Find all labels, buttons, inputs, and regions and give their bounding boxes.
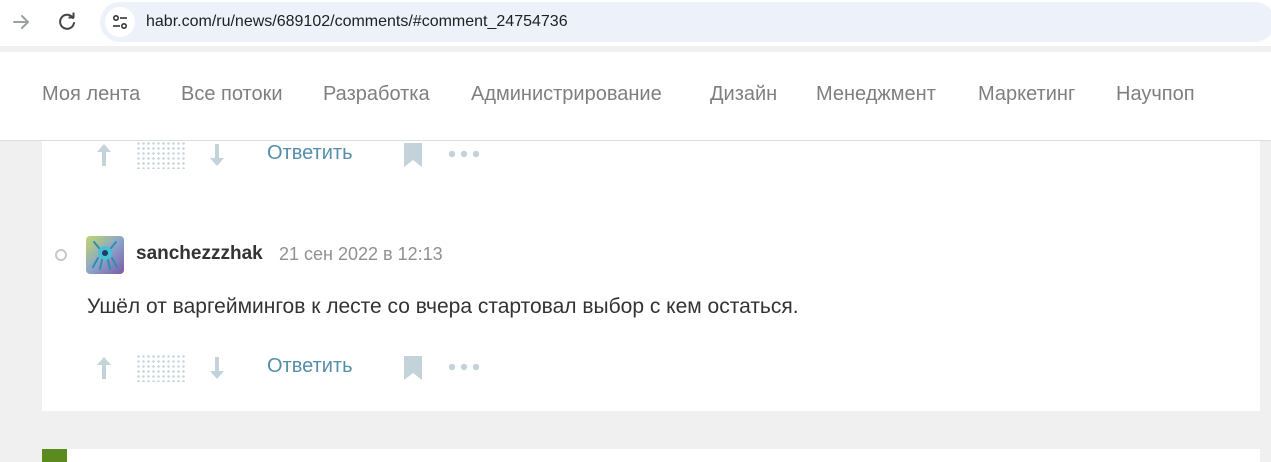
url-text[interactable]: habr.com/ru/news/689102/comments/#commen… xyxy=(146,13,568,31)
more-icon[interactable] xyxy=(448,361,480,373)
comment-author[interactable]: sanchezzzhak xyxy=(136,243,263,265)
avatar[interactable] xyxy=(86,236,124,274)
nav-item-management[interactable]: Менеджмент xyxy=(816,83,936,106)
bookmark-icon[interactable] xyxy=(402,355,424,381)
avatar[interactable] xyxy=(42,449,67,462)
comments-card: Ответить sanchezzzhak 21 сен 2022 в 12:1… xyxy=(42,141,1260,411)
vote-down-icon[interactable] xyxy=(207,355,227,381)
address-bar[interactable]: habr.com/ru/news/689102/comments/#commen… xyxy=(100,2,1271,42)
nav-item-my-feed[interactable]: Моя лента xyxy=(42,83,140,106)
browser-toolbar: habr.com/ru/news/689102/comments/#commen… xyxy=(0,0,1271,46)
vote-up-icon[interactable] xyxy=(94,142,114,168)
reply-button[interactable]: Ответить xyxy=(267,355,353,378)
thread-marker[interactable] xyxy=(55,249,67,261)
bookmark-icon[interactable] xyxy=(402,142,424,168)
reply-button[interactable]: Ответить xyxy=(267,142,353,165)
comment-body: Ушёл от варгеймингов к лесте со вчера ст… xyxy=(87,295,799,318)
score-placeholder xyxy=(136,354,186,382)
nav-item-popsci[interactable]: Научпоп xyxy=(1116,83,1195,106)
avatar-image xyxy=(86,236,124,274)
site-navigation: Моя лента Все потоки Разработка Админист… xyxy=(0,52,1271,141)
more-icon[interactable] xyxy=(448,148,480,160)
site-info-button[interactable] xyxy=(105,7,135,37)
forward-button[interactable] xyxy=(8,9,34,35)
nav-item-development[interactable]: Разработка xyxy=(323,83,430,106)
next-comment-block xyxy=(42,449,1260,462)
comment-timestamp[interactable]: 21 сен 2022 в 12:13 xyxy=(279,244,443,265)
score-placeholder xyxy=(136,141,186,169)
nav-item-all-streams[interactable]: Все потоки xyxy=(181,83,283,106)
arrow-right-icon xyxy=(13,15,29,29)
nav-item-administration[interactable]: Администрирование xyxy=(471,83,662,106)
nav-item-marketing[interactable]: Маркетинг xyxy=(978,83,1075,106)
reload-button[interactable] xyxy=(54,9,80,35)
nav-item-design[interactable]: Дизайн xyxy=(710,83,777,106)
tune-icon xyxy=(112,14,128,30)
reload-icon xyxy=(59,12,75,30)
vote-up-icon[interactable] xyxy=(94,355,114,381)
vote-down-icon[interactable] xyxy=(207,142,227,168)
